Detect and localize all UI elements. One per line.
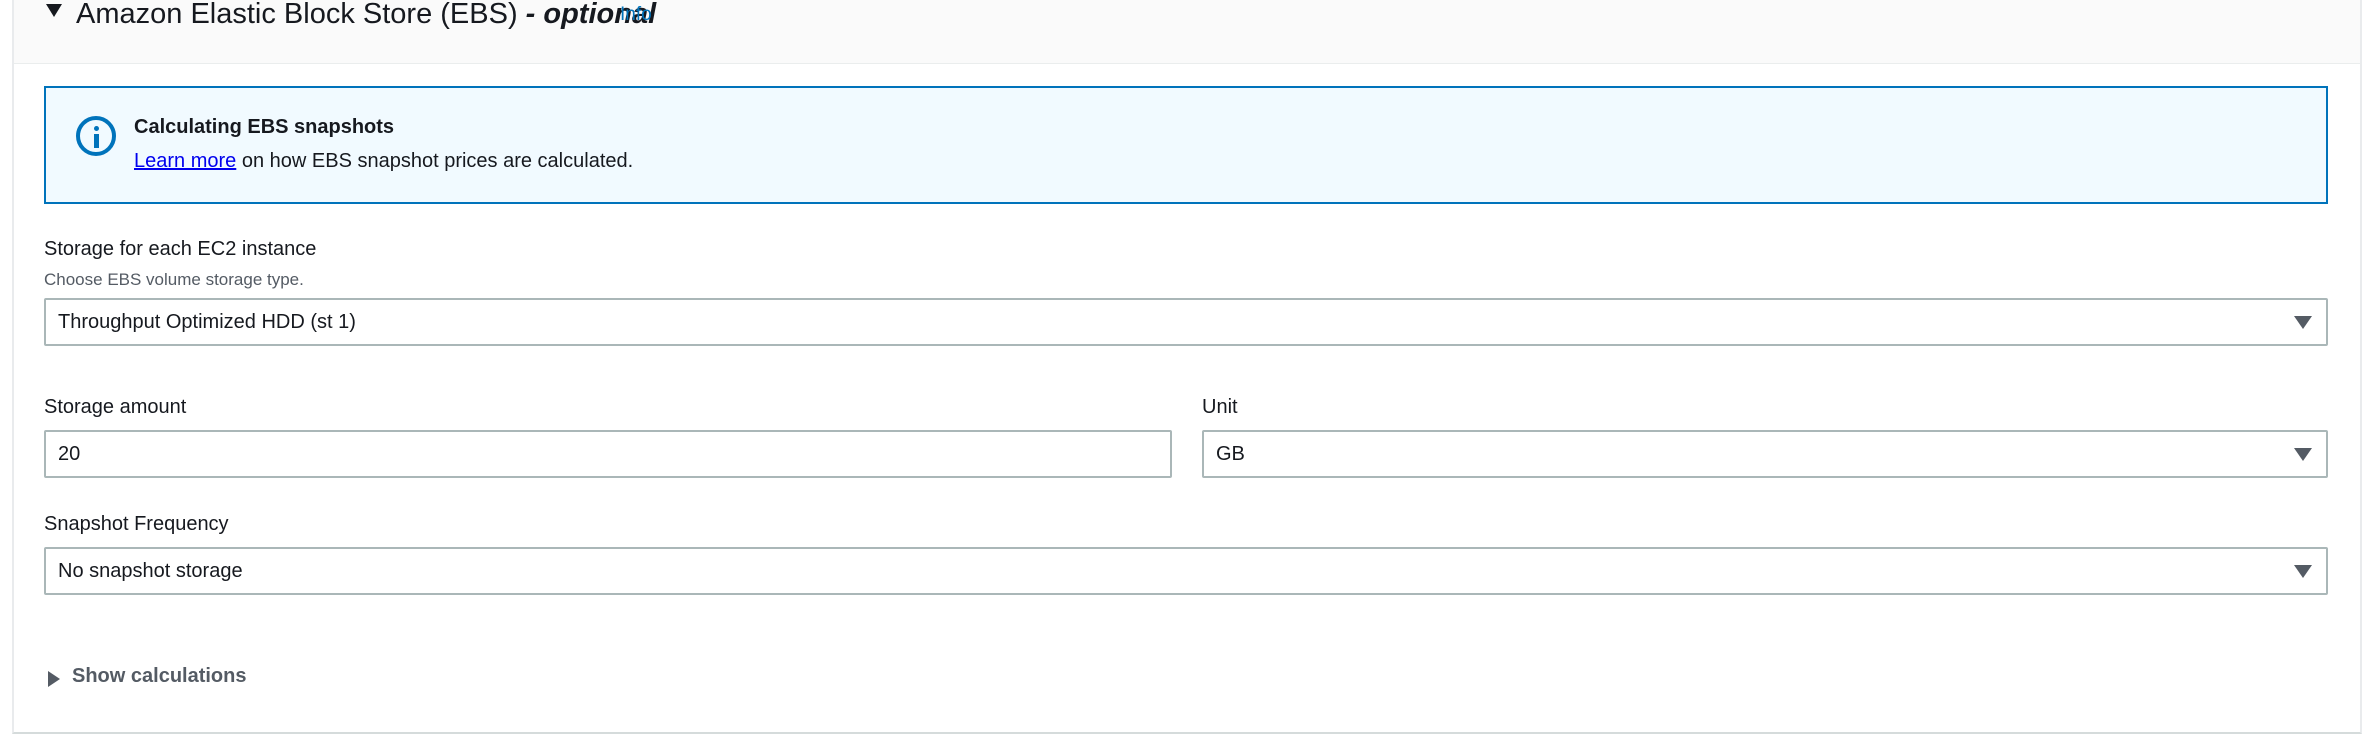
show-calculations-toggle[interactable]: Show calculations — [72, 665, 246, 688]
info-circle-icon — [76, 116, 116, 156]
unit-select[interactable]: GB — [1202, 430, 2328, 478]
section-title: Amazon Elastic Block Store (EBS) - optio… — [76, 0, 657, 30]
chevron-down-icon — [2294, 316, 2312, 329]
storage-type-description: Choose EBS volume storage type. — [44, 270, 304, 289]
alert-title: Calculating EBS snapshots — [134, 116, 395, 138]
ebs-panel: Amazon Elastic Block Store (EBS) - optio… — [12, 0, 2362, 734]
chevron-down-icon — [2294, 448, 2312, 461]
caret-down-icon[interactable] — [46, 4, 62, 17]
unit-label: Unit — [1202, 396, 1238, 418]
info-link[interactable]: Info — [620, 4, 652, 26]
storage-amount-label: Storage amount — [44, 396, 187, 418]
chevron-down-icon — [2294, 565, 2312, 578]
storage-type-select[interactable]: Throughput Optimized HDD (st 1) — [44, 298, 2328, 346]
storage-type-label: Storage for each EC2 instance — [44, 238, 317, 260]
storage-amount-input[interactable]: 20 — [44, 430, 1172, 478]
learn-more-link[interactable]: Learn more — [134, 150, 236, 172]
snapshot-frequency-select[interactable]: No snapshot storage — [44, 547, 2328, 595]
alert-text: Learn more on how EBS snapshot prices ar… — [134, 150, 634, 172]
info-alert: Calculating EBS snapshots Learn more on … — [44, 86, 2328, 204]
caret-right-icon[interactable] — [48, 671, 60, 687]
section-header[interactable]: Amazon Elastic Block Store (EBS) - optio… — [14, 0, 2360, 64]
snapshot-frequency-label: Snapshot Frequency — [44, 513, 229, 535]
